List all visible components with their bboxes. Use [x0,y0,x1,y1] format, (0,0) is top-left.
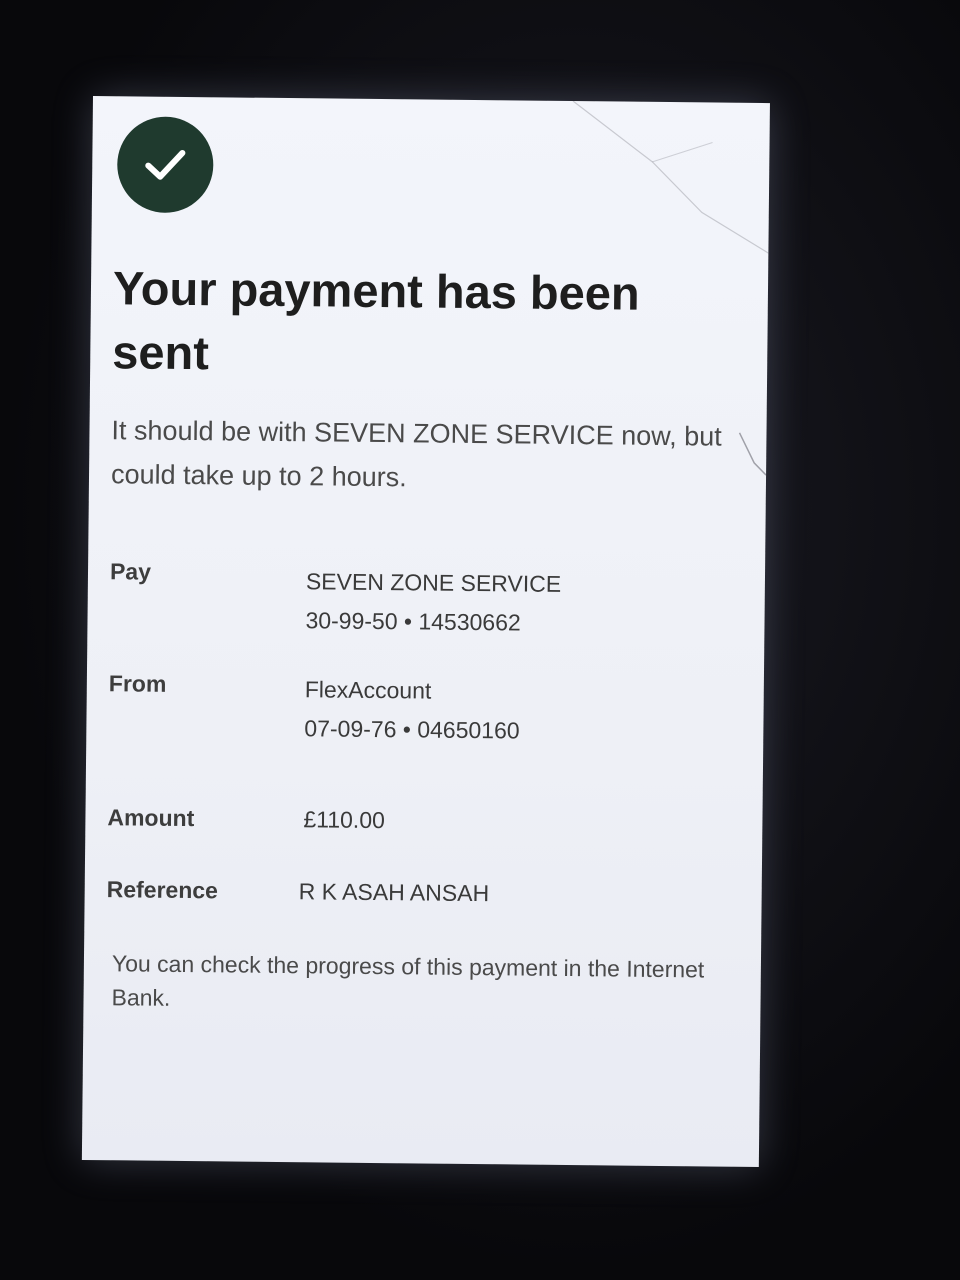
from-label: From [108,670,167,697]
amount-label: Amount [107,804,195,832]
confirmation-message: It should be with SEVEN ZONE SERVICE now… [110,415,722,493]
from-account-name: FlexAccount [304,676,432,704]
checkmark-icon [145,149,186,180]
reference-label: Reference [106,876,219,904]
from-value: FlexAccount 07-09-76 • 04650160 [304,670,745,753]
payee-name: SEVEN ZONE SERVICE [305,568,562,597]
page-title: Your payment has been sent [112,261,640,380]
reference-value: R K ASAH ANSAH [298,878,490,907]
amount-value: £110.00 [303,806,386,834]
from-account-number: 07-09-76 • 04650160 [304,715,520,744]
payment-confirmation-screen: Your payment has been sent It should be … [81,96,770,1168]
progress-note: You can check the progress of this payme… [111,950,705,1011]
success-badge [116,116,214,214]
pay-value: SEVEN ZONE SERVICE 30-99-50 • 14530662 [305,562,746,645]
payee-account: 30-99-50 • 14530662 [305,607,521,636]
pay-label: Pay [109,558,152,585]
